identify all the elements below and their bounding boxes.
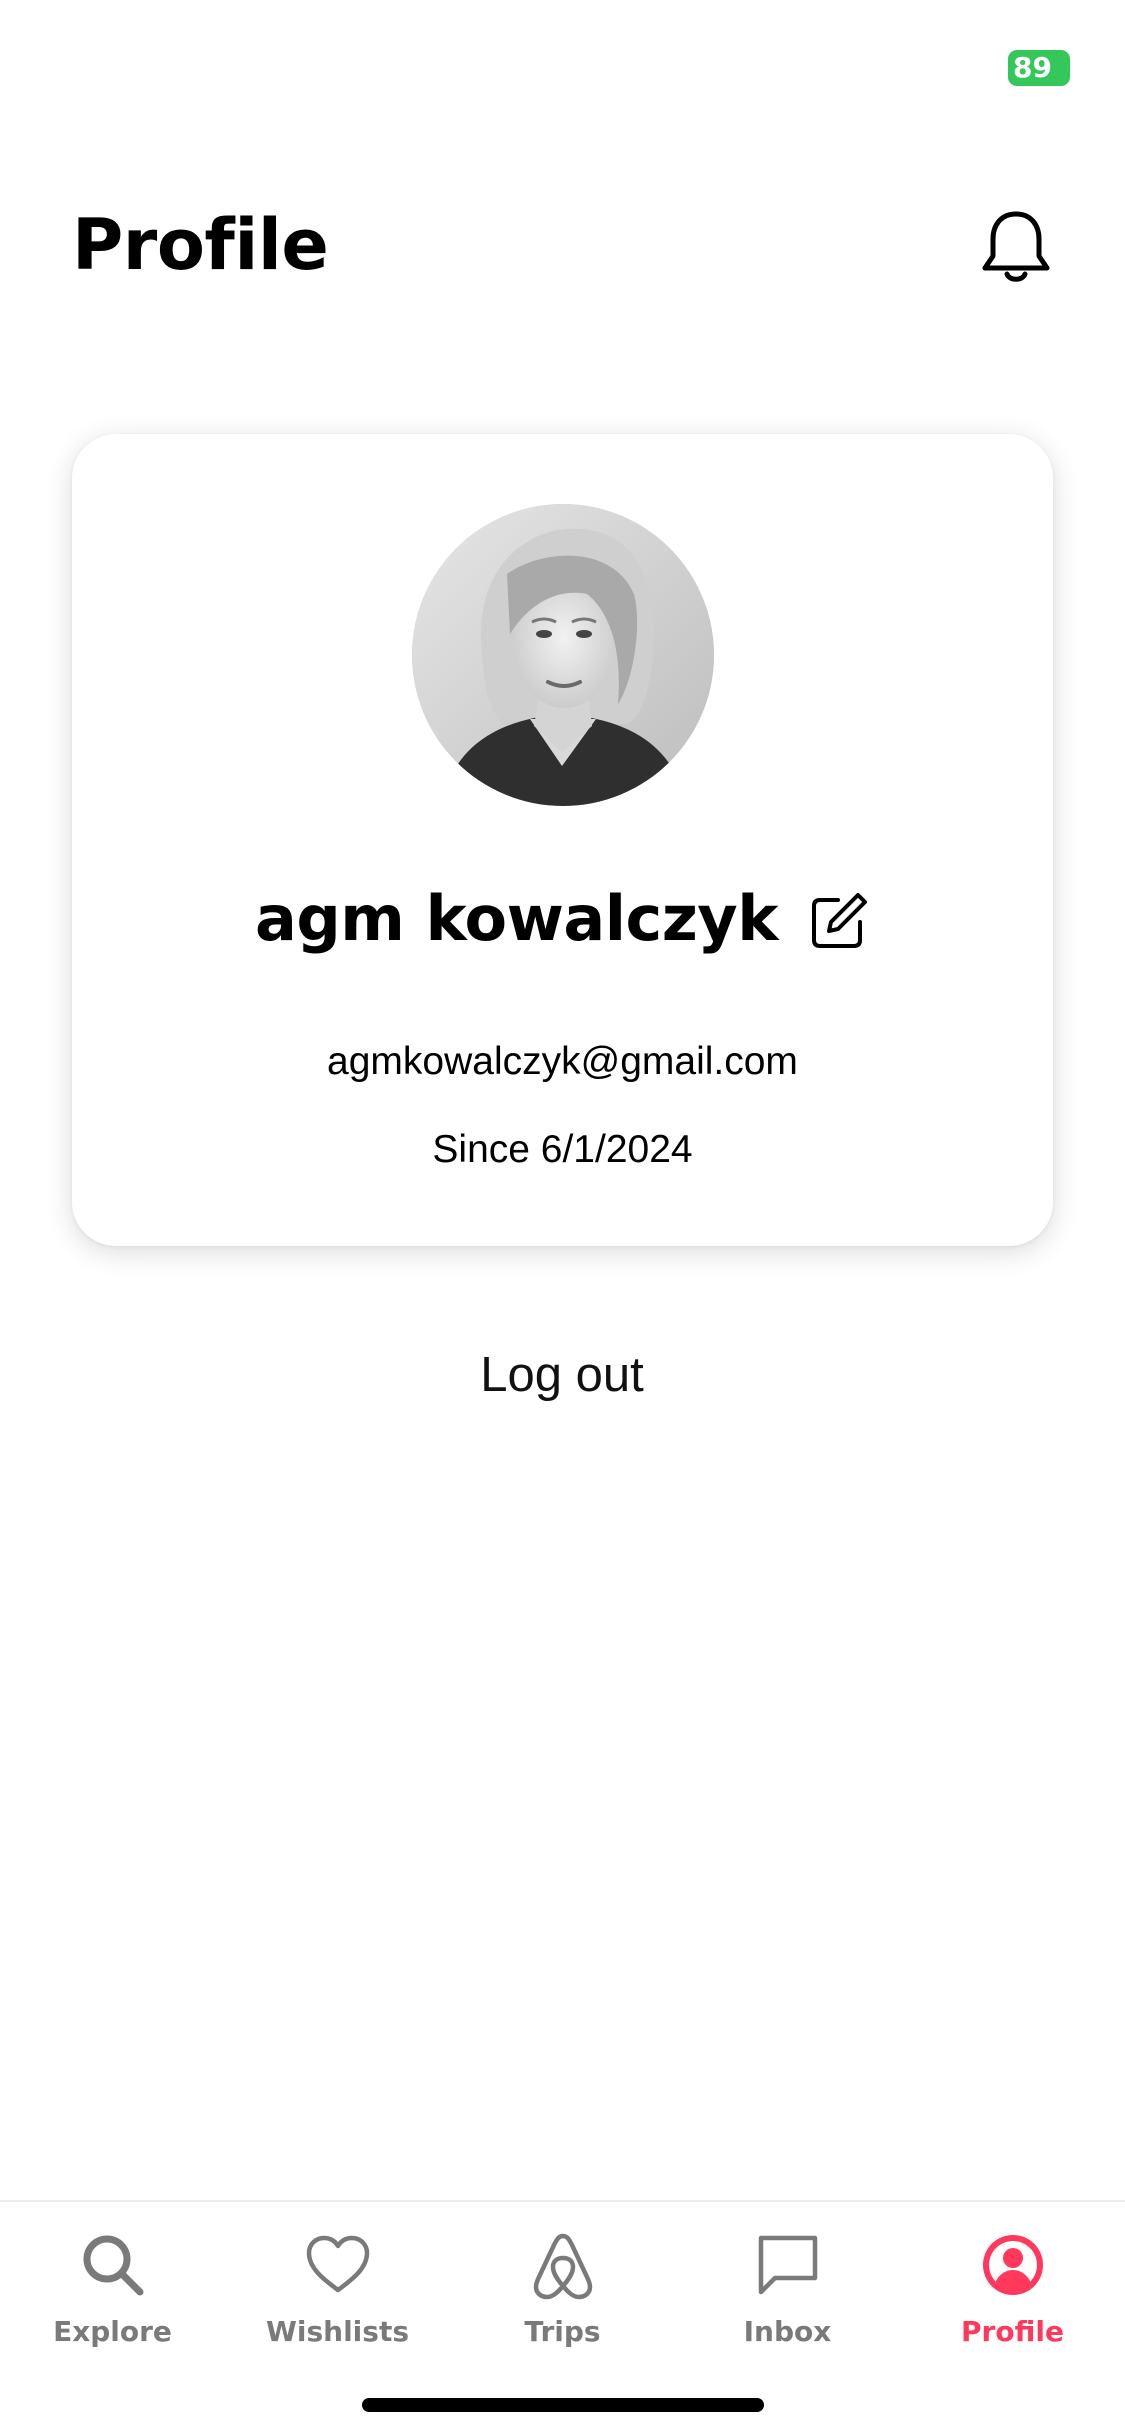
tab-label: Trips (524, 2315, 601, 2348)
tab-profile[interactable]: Profile (900, 2220, 1125, 2370)
profile-name: agm kowalczyk (255, 882, 778, 955)
avatar[interactable] (412, 504, 714, 806)
search-icon (83, 2235, 143, 2296)
tab-trips[interactable]: Trips (450, 2220, 675, 2370)
page-title: Profile (72, 204, 329, 286)
member-since: Since 6/1/2024 (432, 1128, 693, 1171)
logout-button[interactable]: Log out (412, 1340, 712, 1410)
edit-icon[interactable] (808, 890, 870, 952)
home-indicator (362, 2398, 764, 2412)
tab-label: Wishlists (266, 2315, 409, 2348)
heart-icon (306, 2235, 369, 2293)
message-icon (758, 2235, 817, 2295)
tab-label: Profile (961, 2315, 1064, 2348)
battery-level: 89 (1013, 51, 1052, 84)
profile-card: agm kowalczyk agmkowalczyk@gmail.com Sin… (72, 434, 1053, 1246)
tab-explore[interactable]: Explore (0, 2220, 225, 2370)
tab-wishlists[interactable]: Wishlists (225, 2220, 450, 2370)
airbnb-logo-icon (533, 2233, 592, 2300)
name-row: agm kowalczyk (72, 874, 1053, 964)
header: Profile (72, 200, 1053, 290)
battery-indicator: 89 (1008, 50, 1070, 86)
status-bar: 89 (0, 0, 1125, 140)
bell-icon[interactable] (979, 208, 1053, 286)
tab-label: Explore (53, 2315, 172, 2348)
user-circle-icon (982, 2235, 1043, 2295)
tab-inbox[interactable]: Inbox (675, 2220, 900, 2370)
tab-label: Inbox (743, 2315, 832, 2348)
profile-email: agmkowalczyk@gmail.com (327, 1040, 798, 1083)
